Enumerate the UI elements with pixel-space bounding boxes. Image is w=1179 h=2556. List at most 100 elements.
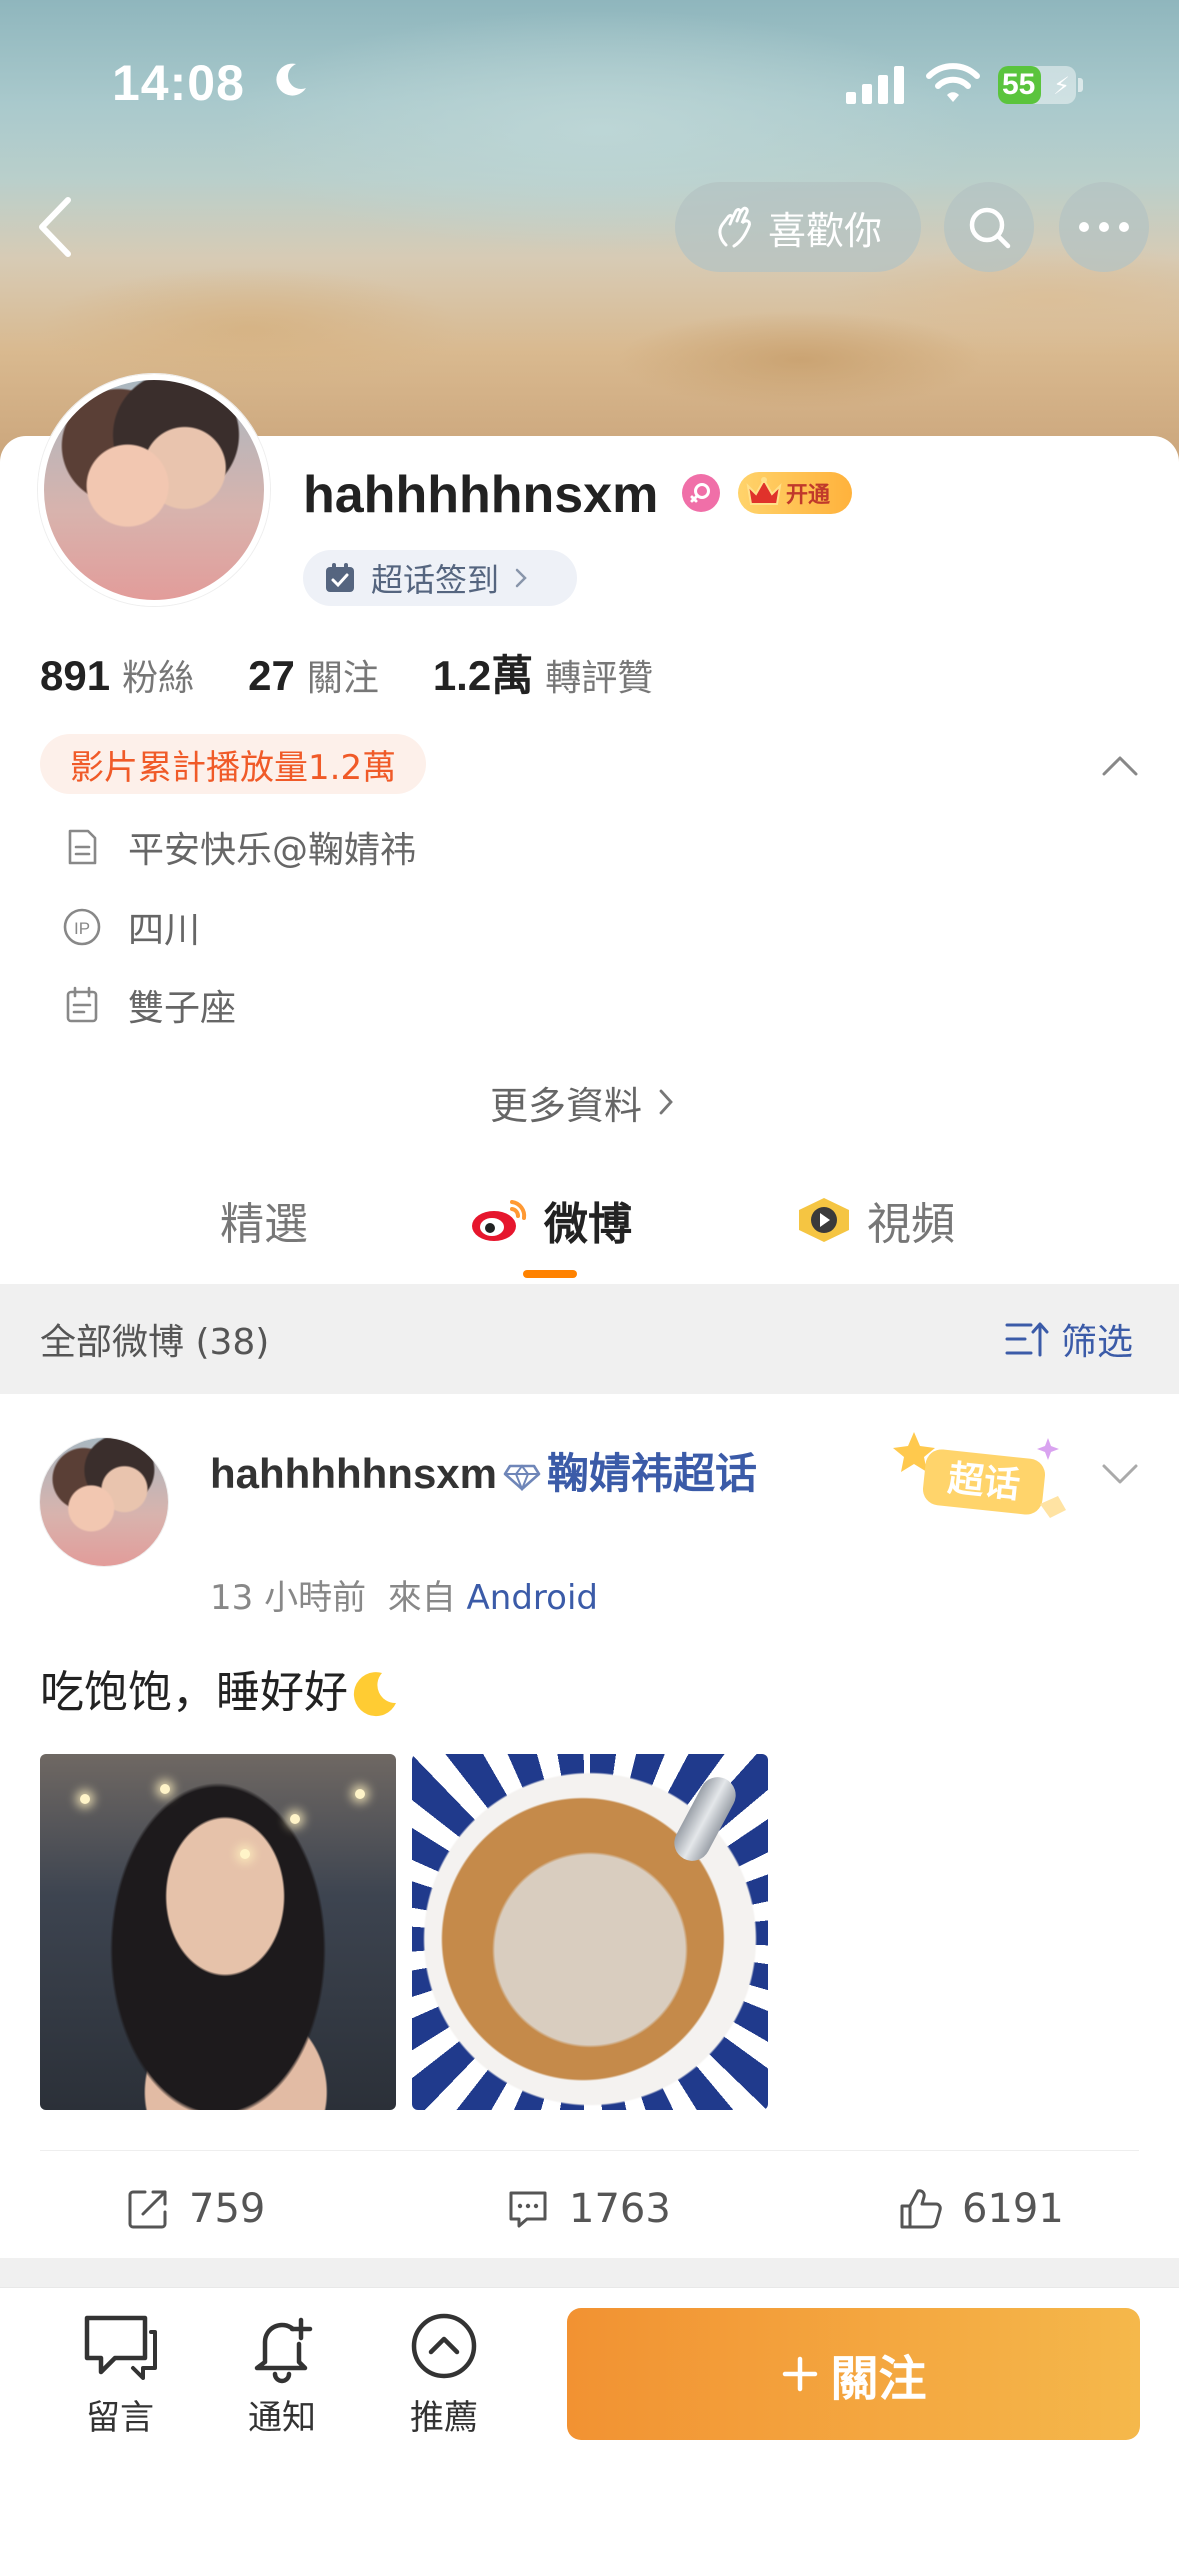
more-options-button[interactable] [1059,182,1149,272]
sticker-label: 超话 [946,1458,1022,1506]
bio-text: 平安快乐@鞠婧祎 [128,830,417,871]
back-arrow-icon[interactable] [28,190,82,264]
chevron-right-icon [659,1089,673,1115]
like-you-button[interactable]: 喜歡你 [675,182,921,272]
location-text: 四川 [128,910,201,951]
following-count[interactable]: 27 [248,652,295,700]
filter-sort-icon [1005,1322,1049,1357]
like-you-label: 喜歡你 [767,208,882,253]
zodiac-row: 雙子座 [62,978,236,1032]
followers-count[interactable]: 891 [40,652,110,700]
post-author-name[interactable]: hahhhhhnsxm [210,1450,497,1497]
interactions-label: 轉評贊 [545,658,654,699]
message-button[interactable]: 留言 [60,2312,180,2439]
profile-tabs: 精選 微博 視頻 [0,1180,1179,1280]
tab-weibo-label: 微博 [544,1199,632,1250]
follow-button[interactable]: 關注 [567,2308,1140,2440]
video-play-icon [799,1198,849,1242]
weibo-post: hahhhhhnsxm 鞠婧祎超话 13 小時前 來自 Android 超话 吃… [0,1394,1179,2258]
post-text: 吃饱饱，睡好好 [40,1656,400,1721]
post-image-food[interactable] [412,1754,768,2110]
signal-icon [846,66,904,104]
active-tab-indicator [523,1270,577,1278]
diamond-badge-icon [503,1463,541,1491]
status-bar: 14:08 55 ⚡ [0,48,1179,128]
plus-icon [783,2356,818,2392]
battery-indicator: 55 ⚡ [998,66,1076,104]
chat-bubble-icon [84,2315,157,2380]
supertopic-checkin-button[interactable]: 超话签到 [303,550,577,606]
string-light [355,1789,365,1799]
tab-weibo[interactable]: 微博 [470,1180,632,1260]
tab-videos-label: 視頻 [867,1199,955,1250]
search-button[interactable] [944,182,1034,272]
more-info-link[interactable]: 更多資料 [490,1072,676,1132]
post-source-prefix: 來自 [387,1578,456,1618]
supertopic-sticker[interactable]: 超话 [890,1424,1080,1534]
more-dots-icon [1079,222,1129,232]
checkin-label: 超话签到 [371,561,500,599]
posts-filter-bar: 全部微博 (38) 筛选 [0,1284,1179,1394]
post-source[interactable]: Android [467,1578,598,1618]
document-icon [68,829,97,865]
tab-videos[interactable]: 視頻 [795,1180,955,1260]
crown-icon [746,477,782,505]
search-icon [969,207,1011,249]
like-count: 6191 [962,2186,1064,2232]
follow-label: 關注 [830,2351,927,2407]
post-author-avatar[interactable] [40,1438,168,1566]
thumbs-up-icon [900,2189,942,2229]
all-posts-count[interactable]: 全部微博 (38) [40,1313,269,1365]
battery-cap [1078,78,1083,92]
message-label: 留言 [86,2398,154,2438]
chevron-right-icon [515,568,527,588]
like-button[interactable]: 6191 [898,2164,1064,2254]
string-light [160,1784,170,1794]
chevron-up-icon[interactable] [1100,752,1140,778]
supertopic-link[interactable]: 鞠婧祎超话 [547,1449,757,1498]
comment-button[interactable]: 1763 [505,2164,671,2254]
notify-button[interactable]: 通知 [222,2312,342,2439]
charging-icon: ⚡ [1053,72,1070,100]
chevron-down-icon[interactable] [1100,1460,1140,1488]
notify-label: 通知 [248,2398,316,2438]
comment-count: 1763 [569,2186,671,2232]
spoon [667,1770,743,1868]
status-time: 14:08 [112,55,245,111]
battery-percent: 55 [1002,68,1036,101]
recommend-button[interactable]: 推薦 [384,2312,504,2439]
bottom-action-bar: 留言 通知 推薦 關注 [0,2288,1179,2556]
crescent-moon-emoji [353,1672,396,1717]
followers-label[interactable]: 粉絲 [122,649,194,701]
location-row: IP 四川 [62,900,200,954]
string-light [240,1849,250,1859]
female-gender-icon [682,474,720,512]
repost-icon [128,2190,167,2229]
post-divider [40,2150,1139,2151]
hand-heart-icon [718,206,751,248]
weibo-logo-icon [472,1200,527,1241]
svg-text:IP: IP [74,919,90,938]
bio-row: 平安快乐@鞠婧祎 [62,820,416,874]
repost-count: 759 [189,2186,266,2232]
wifi-icon [926,63,980,102]
calendar-check-icon [326,563,354,592]
profile-stats: 891 粉絲 27 關注 1.2萬 轉評贊 [40,642,707,702]
post-image-selfie[interactable] [40,1754,396,2110]
section-gap [0,2258,1179,2288]
post-actions: 759 1763 6191 [0,2164,1179,2254]
vip-activate-badge[interactable]: 开通 [738,472,852,514]
following-label[interactable]: 關注 [307,649,379,701]
filter-button[interactable]: 筛选 [1005,1313,1133,1365]
repost-button[interactable]: 759 [125,2164,265,2254]
profile-avatar[interactable] [38,374,270,606]
profile-username: hahhhhhnsxm [303,466,659,524]
video-plays-label: 影片累計播放量1.2萬 [70,747,397,788]
tab-featured[interactable]: 精選 [220,1180,308,1260]
vip-badge-label: 开通 [786,483,831,508]
post-header: hahhhhhnsxm 鞠婧祎超话 [210,1440,770,1508]
bell-plus-icon [254,2317,313,2384]
recommend-label: 推薦 [410,2398,478,2438]
filter-label: 筛选 [1060,1322,1133,1363]
interactions-count: 1.2萬 [432,652,534,699]
